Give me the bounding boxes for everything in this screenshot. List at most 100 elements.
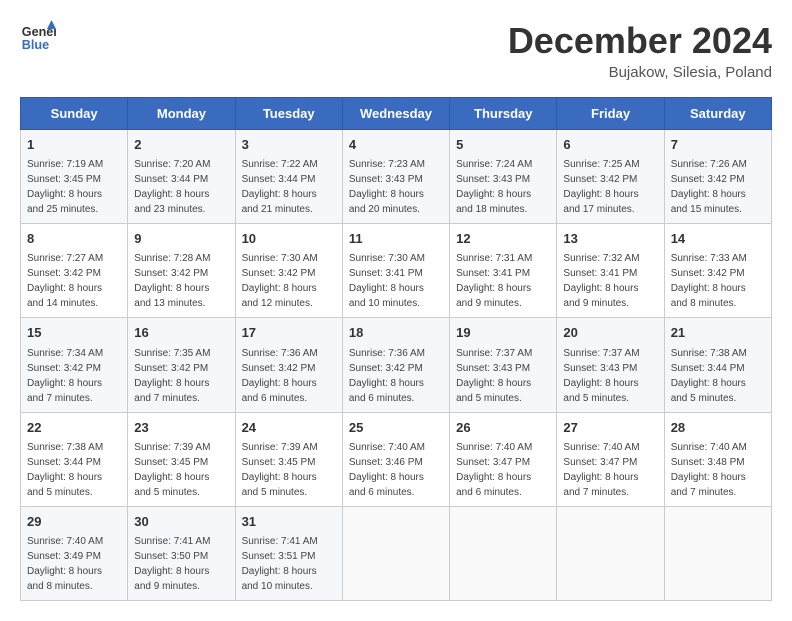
day-info: Sunrise: 7:19 AMSunset: 3:45 PMDaylight:…	[27, 157, 121, 217]
calendar-cell: 27Sunrise: 7:40 AMSunset: 3:47 PMDayligh…	[557, 412, 664, 506]
calendar-cell: 13Sunrise: 7:32 AMSunset: 3:41 PMDayligh…	[557, 224, 664, 318]
day-info: Sunrise: 7:39 AMSunset: 3:45 PMDaylight:…	[242, 440, 336, 500]
day-number: 18	[349, 324, 443, 342]
weekday-header-wednesday: Wednesday	[342, 98, 449, 130]
day-number: 14	[671, 230, 765, 248]
day-info: Sunrise: 7:22 AMSunset: 3:44 PMDaylight:…	[242, 157, 336, 217]
day-info: Sunrise: 7:30 AMSunset: 3:42 PMDaylight:…	[242, 251, 336, 311]
day-number: 27	[563, 419, 657, 437]
weekday-header-friday: Friday	[557, 98, 664, 130]
calendar-cell	[450, 506, 557, 600]
title-section: December 2024 Bujakow, Silesia, Poland	[508, 20, 772, 81]
day-number: 5	[456, 136, 550, 154]
day-info: Sunrise: 7:23 AMSunset: 3:43 PMDaylight:…	[349, 157, 443, 217]
day-info: Sunrise: 7:40 AMSunset: 3:47 PMDaylight:…	[456, 440, 550, 500]
calendar-cell	[342, 506, 449, 600]
calendar-cell: 16 Sunrise: 7:35 AMSunset: 3:42 PMDayligh…	[128, 318, 235, 412]
logo: General Blue	[20, 20, 56, 56]
day-info: Sunrise: 7:41 AMSunset: 3:51 PMDaylight:…	[242, 534, 336, 594]
calendar-cell: 24Sunrise: 7:39 AMSunset: 3:45 PMDayligh…	[235, 412, 342, 506]
calendar-cell: 19 Sunrise: 7:37 AMSunset: 3:43 PMDayligh…	[450, 318, 557, 412]
calendar-cell: 18 Sunrise: 7:36 AMSunset: 3:42 PMDayligh…	[342, 318, 449, 412]
month-title: December 2024	[508, 20, 772, 62]
weekday-header-sunday: Sunday	[21, 98, 128, 130]
calendar-cell: 1 Sunrise: 7:19 AMSunset: 3:45 PMDaylight…	[21, 130, 128, 224]
calendar-cell: 25 Sunrise: 7:40 AMSunset: 3:46 PMDayligh…	[342, 412, 449, 506]
calendar-cell: 12 Sunrise: 7:31 AMSunset: 3:41 PMDayligh…	[450, 224, 557, 318]
calendar-cell: 20 Sunrise: 7:37 AMSunset: 3:43 PMDayligh…	[557, 318, 664, 412]
day-info: Sunrise: 7:39 AMSunset: 3:45 PMDaylight:…	[134, 440, 228, 500]
day-number: 19	[456, 324, 550, 342]
calendar-cell: 9Sunrise: 7:28 AMSunset: 3:42 PMDaylight…	[128, 224, 235, 318]
day-number: 20	[563, 324, 657, 342]
day-number: 25	[349, 419, 443, 437]
calendar-cell: 8 Sunrise: 7:27 AMSunset: 3:42 PMDaylight…	[21, 224, 128, 318]
calendar-cell	[664, 506, 771, 600]
calendar-cell: 23 Sunrise: 7:39 AMSunset: 3:45 PMDayligh…	[128, 412, 235, 506]
day-info: Sunrise: 7:40 AMSunset: 3:46 PMDaylight:…	[349, 440, 443, 500]
calendar-cell: 7 Sunrise: 7:26 AMSunset: 3:42 PMDaylight…	[664, 130, 771, 224]
day-number: 8	[27, 230, 121, 248]
calendar-cell: 4Sunrise: 7:23 AMSunset: 3:43 PMDaylight…	[342, 130, 449, 224]
day-number: 6	[563, 136, 657, 154]
day-info: Sunrise: 7:40 AMSunset: 3:49 PMDaylight:…	[27, 534, 121, 594]
calendar-week-4: 22 Sunrise: 7:38 AMSunset: 3:44 PMDayligh…	[21, 412, 772, 506]
day-info: Sunrise: 7:27 AMSunset: 3:42 PMDaylight:…	[27, 251, 121, 311]
day-number: 22	[27, 419, 121, 437]
day-info: Sunrise: 7:31 AMSunset: 3:41 PMDaylight:…	[456, 251, 550, 311]
header: General Blue December 2024 Bujakow, Sile…	[20, 20, 772, 81]
day-info: Sunrise: 7:26 AMSunset: 3:42 PMDaylight:…	[671, 157, 765, 217]
day-number: 26	[456, 419, 550, 437]
calendar-cell: 21Sunrise: 7:38 AMSunset: 3:44 PMDayligh…	[664, 318, 771, 412]
weekday-header-tuesday: Tuesday	[235, 98, 342, 130]
weekday-header-row: SundayMondayTuesdayWednesdayThursdayFrid…	[21, 98, 772, 130]
calendar-cell: 11 Sunrise: 7:30 AMSunset: 3:41 PMDayligh…	[342, 224, 449, 318]
day-number: 15	[27, 324, 121, 342]
day-number: 17	[242, 324, 336, 342]
calendar-cell: 2Sunrise: 7:20 AMSunset: 3:44 PMDaylight…	[128, 130, 235, 224]
day-number: 21	[671, 324, 765, 342]
calendar-cell: 28 Sunrise: 7:40 AMSunset: 3:48 PMDayligh…	[664, 412, 771, 506]
day-info: Sunrise: 7:36 AMSunset: 3:42 PMDaylight:…	[349, 346, 443, 406]
day-number: 3	[242, 136, 336, 154]
day-info: Sunrise: 7:41 AMSunset: 3:50 PMDaylight:…	[134, 534, 228, 594]
weekday-header-thursday: Thursday	[450, 98, 557, 130]
calendar-cell: 31 Sunrise: 7:41 AMSunset: 3:51 PMDayligh…	[235, 506, 342, 600]
calendar-cell: 10Sunrise: 7:30 AMSunset: 3:42 PMDayligh…	[235, 224, 342, 318]
calendar-cell: 5 Sunrise: 7:24 AMSunset: 3:43 PMDaylight…	[450, 130, 557, 224]
calendar-cell: 6Sunrise: 7:25 AMSunset: 3:42 PMDaylight…	[557, 130, 664, 224]
day-info: Sunrise: 7:38 AMSunset: 3:44 PMDaylight:…	[27, 440, 121, 500]
calendar-cell	[557, 506, 664, 600]
day-info: Sunrise: 7:30 AMSunset: 3:41 PMDaylight:…	[349, 251, 443, 311]
calendar-cell: 17 Sunrise: 7:36 AMSunset: 3:42 PMDayligh…	[235, 318, 342, 412]
day-number: 1	[27, 136, 121, 154]
day-info: Sunrise: 7:37 AMSunset: 3:43 PMDaylight:…	[456, 346, 550, 406]
day-number: 28	[671, 419, 765, 437]
day-info: Sunrise: 7:32 AMSunset: 3:41 PMDaylight:…	[563, 251, 657, 311]
day-info: Sunrise: 7:36 AMSunset: 3:42 PMDaylight:…	[242, 346, 336, 406]
calendar-cell: 22 Sunrise: 7:38 AMSunset: 3:44 PMDayligh…	[21, 412, 128, 506]
calendar-week-1: 1 Sunrise: 7:19 AMSunset: 3:45 PMDaylight…	[21, 130, 772, 224]
day-number: 12	[456, 230, 550, 248]
day-number: 23	[134, 419, 228, 437]
weekday-header-saturday: Saturday	[664, 98, 771, 130]
logo-icon: General Blue	[20, 20, 56, 56]
calendar-cell: 14Sunrise: 7:33 AMSunset: 3:42 PMDayligh…	[664, 224, 771, 318]
weekday-header-monday: Monday	[128, 98, 235, 130]
calendar-cell: 26 Sunrise: 7:40 AMSunset: 3:47 PMDayligh…	[450, 412, 557, 506]
day-number: 30	[134, 513, 228, 531]
day-number: 16	[134, 324, 228, 342]
day-info: Sunrise: 7:40 AMSunset: 3:48 PMDaylight:…	[671, 440, 765, 500]
day-number: 11	[349, 230, 443, 248]
day-number: 2	[134, 136, 228, 154]
calendar-week-5: 29 Sunrise: 7:40 AMSunset: 3:49 PMDayligh…	[21, 506, 772, 600]
day-info: Sunrise: 7:24 AMSunset: 3:43 PMDaylight:…	[456, 157, 550, 217]
day-info: Sunrise: 7:37 AMSunset: 3:43 PMDaylight:…	[563, 346, 657, 406]
day-number: 31	[242, 513, 336, 531]
calendar-cell: 30 Sunrise: 7:41 AMSunset: 3:50 PMDayligh…	[128, 506, 235, 600]
day-info: Sunrise: 7:35 AMSunset: 3:42 PMDaylight:…	[134, 346, 228, 406]
day-number: 7	[671, 136, 765, 154]
calendar-cell: 29 Sunrise: 7:40 AMSunset: 3:49 PMDayligh…	[21, 506, 128, 600]
day-number: 9	[134, 230, 228, 248]
day-number: 29	[27, 513, 121, 531]
